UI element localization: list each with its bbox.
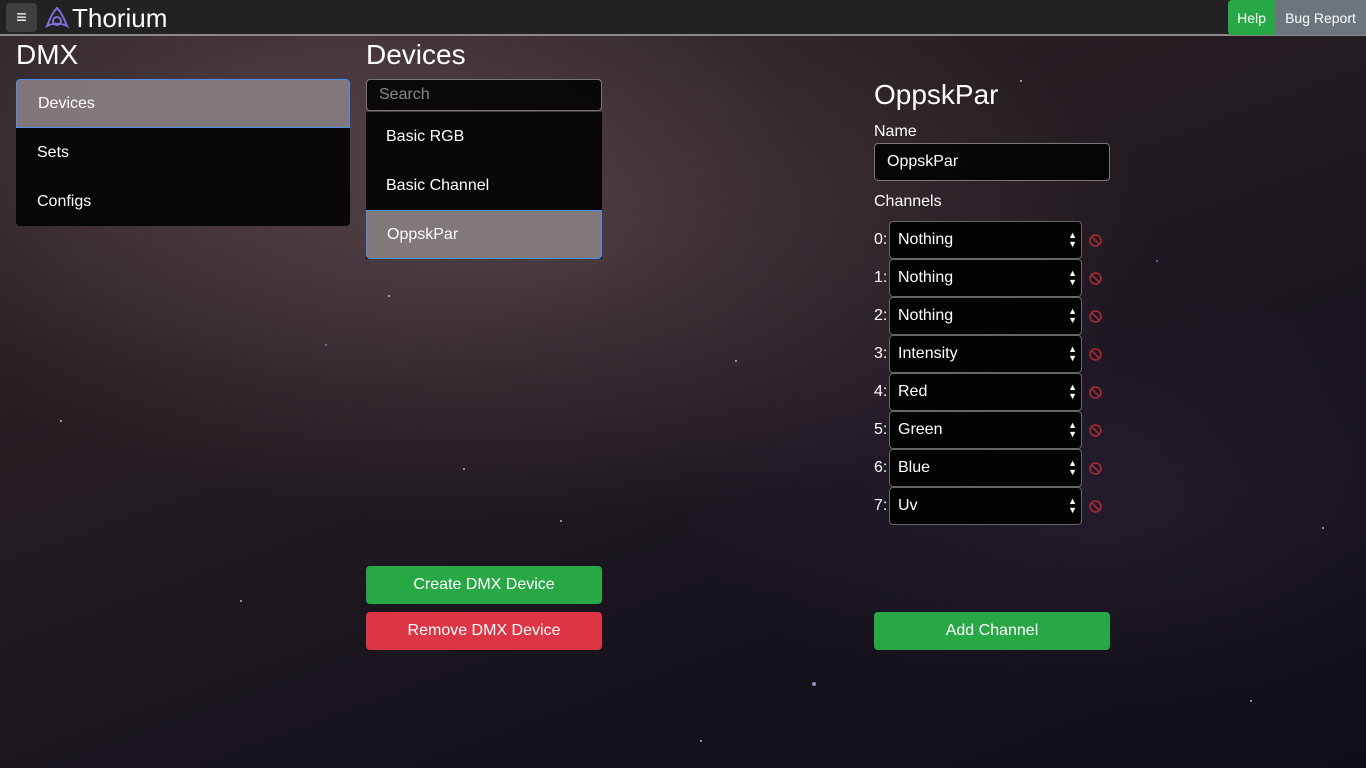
select-arrows-icon: ▲ ▼ — [1068, 382, 1077, 401]
channel-select-value: Red — [898, 383, 928, 400]
remove-dmx-device-button[interactable]: Remove DMX Device — [366, 612, 602, 650]
channel-select-value: Uv — [898, 497, 918, 514]
channel-select-value: Intensity — [898, 345, 958, 362]
nav-item-sets[interactable]: Sets — [16, 128, 350, 177]
remove-channel-icon[interactable] — [1088, 499, 1103, 514]
channels-label: Channels — [874, 193, 942, 210]
remove-channel-icon[interactable] — [1088, 271, 1103, 286]
channel-index: 3: — [874, 345, 888, 362]
app-title: Thorium — [72, 3, 168, 33]
search-input[interactable] — [366, 79, 602, 111]
device-item-basic-channel[interactable]: Basic Channel — [366, 161, 602, 210]
channel-row: 3: Intensity ▲ ▼ — [874, 335, 1082, 373]
channel-index: 7: — [874, 497, 888, 514]
channel-index: 2: — [874, 307, 888, 324]
remove-channel-icon[interactable] — [1088, 461, 1103, 476]
menu-button[interactable]: ≡ — [6, 3, 37, 32]
help-button[interactable]: Help — [1228, 0, 1275, 35]
top-bar: ≡ Thorium Help Bug Report — [0, 0, 1366, 36]
channel-index: 1: — [874, 269, 888, 286]
device-item-oppskpar[interactable]: OppskPar — [366, 210, 602, 259]
channel-select[interactable]: Blue ▲ ▼ — [889, 449, 1082, 487]
select-arrows-icon: ▲ ▼ — [1068, 344, 1077, 363]
devices-heading: Devices — [366, 39, 466, 70]
channel-select[interactable]: Uv ▲ ▼ — [889, 487, 1082, 525]
select-arrows-icon: ▲ ▼ — [1068, 230, 1077, 249]
channel-select[interactable]: Green ▲ ▼ — [889, 411, 1082, 449]
remove-channel-icon[interactable] — [1088, 385, 1103, 400]
channel-index: 4: — [874, 383, 888, 400]
thorium-logo-icon — [44, 6, 70, 29]
channel-row: 5: Green ▲ ▼ — [874, 411, 1082, 449]
remove-channel-icon[interactable] — [1088, 233, 1103, 248]
nav-item-devices[interactable]: Devices — [16, 79, 350, 128]
remove-channel-icon[interactable] — [1088, 347, 1103, 362]
channel-index: 0: — [874, 231, 888, 248]
channel-select[interactable]: Red ▲ ▼ — [889, 373, 1082, 411]
name-label: Name — [874, 123, 917, 140]
channel-row: 0: Nothing ▲ ▼ — [874, 221, 1082, 259]
channel-row: 2: Nothing ▲ ▼ — [874, 297, 1082, 335]
bug-report-button[interactable]: Bug Report — [1275, 0, 1366, 35]
channel-select[interactable]: Nothing ▲ ▼ — [889, 221, 1082, 259]
channel-select-value: Nothing — [898, 231, 954, 248]
channel-select-value: Green — [898, 421, 943, 438]
channel-index: 6: — [874, 459, 888, 476]
remove-channel-icon[interactable] — [1088, 423, 1103, 438]
hamburger-icon: ≡ — [16, 7, 27, 27]
dmx-nav: Devices Sets Configs — [16, 79, 350, 226]
device-item-basic-rgb[interactable]: Basic RGB — [366, 112, 602, 161]
remove-channel-icon[interactable] — [1088, 309, 1103, 324]
add-channel-button[interactable]: Add Channel — [874, 612, 1110, 650]
channel-row: 1: Nothing ▲ ▼ — [874, 259, 1082, 297]
device-title: OppskPar — [874, 79, 999, 110]
channel-row: 7: Uv ▲ ▼ — [874, 487, 1082, 525]
device-list: Basic RGB Basic Channel OppskPar — [366, 112, 602, 259]
channel-row: 4: Red ▲ ▼ — [874, 373, 1082, 411]
page-title: DMX — [16, 39, 79, 70]
channel-select-value: Nothing — [898, 269, 954, 286]
channel-select-value: Nothing — [898, 307, 954, 324]
select-arrows-icon: ▲ ▼ — [1068, 306, 1077, 325]
nav-item-configs[interactable]: Configs — [16, 177, 350, 226]
channel-index: 5: — [874, 421, 888, 438]
create-dmx-device-button[interactable]: Create DMX Device — [366, 566, 602, 604]
select-arrows-icon: ▲ ▼ — [1068, 496, 1077, 515]
select-arrows-icon: ▲ ▼ — [1068, 420, 1077, 439]
select-arrows-icon: ▲ ▼ — [1068, 268, 1077, 287]
channel-select-value: Blue — [898, 459, 931, 476]
channel-select[interactable]: Intensity ▲ ▼ — [889, 335, 1082, 373]
channel-select[interactable]: Nothing ▲ ▼ — [889, 259, 1082, 297]
name-field[interactable] — [874, 143, 1110, 181]
channel-row: 6: Blue ▲ ▼ — [874, 449, 1082, 487]
select-arrows-icon: ▲ ▼ — [1068, 458, 1077, 477]
channel-select[interactable]: Nothing ▲ ▼ — [889, 297, 1082, 335]
